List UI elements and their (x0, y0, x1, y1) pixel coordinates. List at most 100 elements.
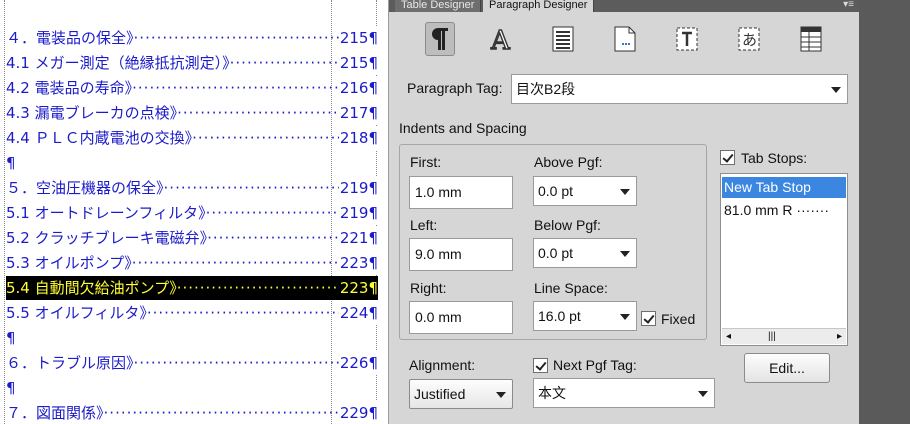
next-pgf-checkbox[interactable] (533, 358, 548, 373)
tab-stops-scrollbar[interactable]: ◂ ||| ▸ (722, 328, 846, 344)
page-number: 226 (339, 354, 369, 372)
empty-paragraph-mark: ¶ (6, 154, 16, 172)
line-space-label: Line Space: (534, 280, 608, 296)
toc-page-number: 217¶ (338, 101, 378, 125)
paragraph-tag-dropdown[interactable]: 目次B2段 (511, 74, 848, 104)
tab-marker: 》 (124, 254, 132, 272)
asian-text-icon[interactable]: あ (734, 22, 764, 56)
page-number: 218 (339, 129, 369, 147)
page-number: 223 (339, 279, 369, 297)
alignment-label: Alignment: (409, 357, 476, 373)
toc-entry[interactable]: 5.5 オイルフィルタ》····························… (6, 301, 378, 325)
toc-entry[interactable]: 5.3 オイルポンプ》·····························… (6, 251, 378, 275)
edit-tab-stops-button[interactable]: Edit... (744, 353, 830, 383)
document-page[interactable]: ４．電装品の保全》·······························… (0, 0, 388, 424)
below-pgf-label: Below Pgf: (534, 217, 601, 233)
page-icon[interactable] (610, 22, 640, 56)
tab-stop-item[interactable]: 81.0 mm R ······· (722, 200, 846, 221)
left-indent-field[interactable]: 9.0 mm (409, 238, 513, 271)
above-pgf-label: Above Pgf: (534, 154, 603, 170)
next-pgf-dropdown[interactable]: 本文 (533, 378, 715, 408)
panel-tab-bar: Table Designer Paragraph Designer ▾≡ (389, 0, 860, 12)
chevron-down-icon (620, 189, 630, 195)
toc-entry[interactable]: 5.1 オートドレーンフィルタ》························… (6, 201, 378, 225)
toc-entry-title: 4.2 電装品の寿命 (6, 79, 125, 97)
alignment-dropdown[interactable]: Justified (409, 379, 513, 409)
page-number: 229 (339, 404, 369, 422)
pilcrow-mark: ¶ (368, 129, 378, 147)
tab-marker: 》 (139, 304, 147, 322)
first-label: First: (410, 154, 442, 170)
tab-marker: 》 (126, 29, 134, 47)
scroll-thumb[interactable]: ||| (768, 331, 776, 342)
toc-entry-title: 4.1 メガー測定（絶縁抵抗測定） (6, 54, 223, 72)
scroll-right-icon[interactable]: ▸ (837, 331, 842, 342)
tab-stop-new[interactable]: New Tab Stop (722, 177, 846, 198)
chevron-down-icon (698, 391, 708, 397)
below-pgf-dropdown[interactable]: 0.0 pt (533, 238, 637, 268)
table-icon[interactable] (796, 22, 826, 56)
pilcrow-mark: ¶ (368, 179, 378, 197)
toc-entry[interactable]: 4.4 ＰＬＣ内蔵電池の交換》·························… (6, 126, 378, 150)
left-label: Left: (410, 217, 438, 233)
tab-stops-label: Tab Stops: (741, 150, 808, 166)
pilcrow-icon[interactable] (425, 22, 455, 56)
svg-text:あ: あ (742, 31, 757, 49)
paragraph-lines-icon[interactable] (548, 22, 578, 56)
toc-entry-title: 5.5 オイルフィルタ (6, 304, 140, 322)
toc-page-number: 223¶ (338, 276, 378, 300)
toc-page-number: 219¶ (338, 201, 378, 225)
tab-marker: 》 (124, 79, 133, 97)
text-frame-icon[interactable] (672, 22, 702, 56)
right-indent-field[interactable]: 0.0 mm (409, 301, 513, 334)
toc-entry-title: ７．図面関係 (6, 404, 97, 422)
tab-stops-list[interactable]: New Tab Stop 81.0 mm R ······· ◂ ||| ▸ (720, 173, 848, 346)
tab-marker: 》 (184, 129, 193, 147)
pilcrow-mark: ¶ (368, 104, 378, 122)
toc-page-number: 224¶ (338, 301, 378, 325)
tab-marker: 》 (156, 179, 164, 197)
page-number: 215 (339, 54, 369, 72)
toc-entry[interactable]: ５．空油圧機器の保全》·····························… (6, 176, 378, 200)
scroll-left-icon[interactable]: ◂ (726, 331, 731, 342)
page-number: 223 (339, 254, 369, 272)
toc-entry[interactable]: ７．図面関係》·································… (6, 401, 378, 424)
paragraph-tag-label: Paragraph Tag: (407, 80, 503, 96)
svg-text:A: A (490, 26, 511, 53)
toc-entry[interactable]: 4.2 電装品の寿命》·····························… (6, 76, 378, 100)
page-number: 216 (339, 79, 369, 97)
first-indent-field[interactable]: 1.0 mm (409, 176, 513, 209)
next-pgf-label: Next Pgf Tag: (553, 357, 637, 373)
font-icon[interactable]: A (486, 22, 516, 56)
left-margin-guide (4, 0, 5, 424)
toc-entry[interactable]: 4.3 漏電ブレーカの点検》··························… (6, 101, 378, 125)
indents-spacing-title: Indents and Spacing (399, 120, 527, 136)
tab-stops-checkbox[interactable] (720, 150, 735, 165)
fixed-checkbox[interactable] (641, 311, 656, 326)
paragraph-tag-value: 目次B2段 (516, 81, 576, 97)
toc-entry[interactable]: ４．電装品の保全》·······························… (6, 26, 378, 50)
chevron-down-icon (831, 87, 841, 93)
toc-entry[interactable]: 5.4 自動間欠給油ポンプ》··························… (6, 276, 378, 300)
tab-marker: 》 (169, 104, 178, 122)
toc-page-number: 223¶ (338, 251, 378, 275)
above-pgf-dropdown[interactable]: 0.0 pt (533, 176, 637, 206)
toc-entry-title: ４．電装品の保全 (6, 29, 127, 47)
toc-entry[interactable]: 5.2 クラッチブレーキ電磁弁》························… (6, 226, 378, 250)
toc-entry[interactable]: 4.1 メガー測定（絶縁抵抗測定）》······················… (6, 51, 378, 75)
chevron-down-icon (620, 314, 630, 320)
pilcrow-mark: ¶ (368, 254, 378, 272)
alignment-value: Justified (414, 386, 466, 402)
tab-table-designer[interactable]: Table Designer (395, 0, 482, 12)
pilcrow-mark: ¶ (368, 354, 378, 372)
panel-menu-icon[interactable]: ▾≡ (843, 0, 854, 10)
tab-marker: 》 (96, 404, 104, 422)
toc-page-number: 219¶ (338, 176, 378, 200)
above-pgf-value: 0.0 pt (538, 183, 574, 199)
page-number: 219 (339, 204, 369, 222)
toc-entry[interactable]: ６．トラブル原因》·······························… (6, 351, 378, 375)
line-space-dropdown[interactable]: 16.0 pt (533, 301, 637, 331)
fixed-label: Fixed (661, 311, 696, 327)
tab-marker: 》 (222, 54, 230, 72)
tab-paragraph-designer[interactable]: Paragraph Designer (483, 0, 595, 12)
